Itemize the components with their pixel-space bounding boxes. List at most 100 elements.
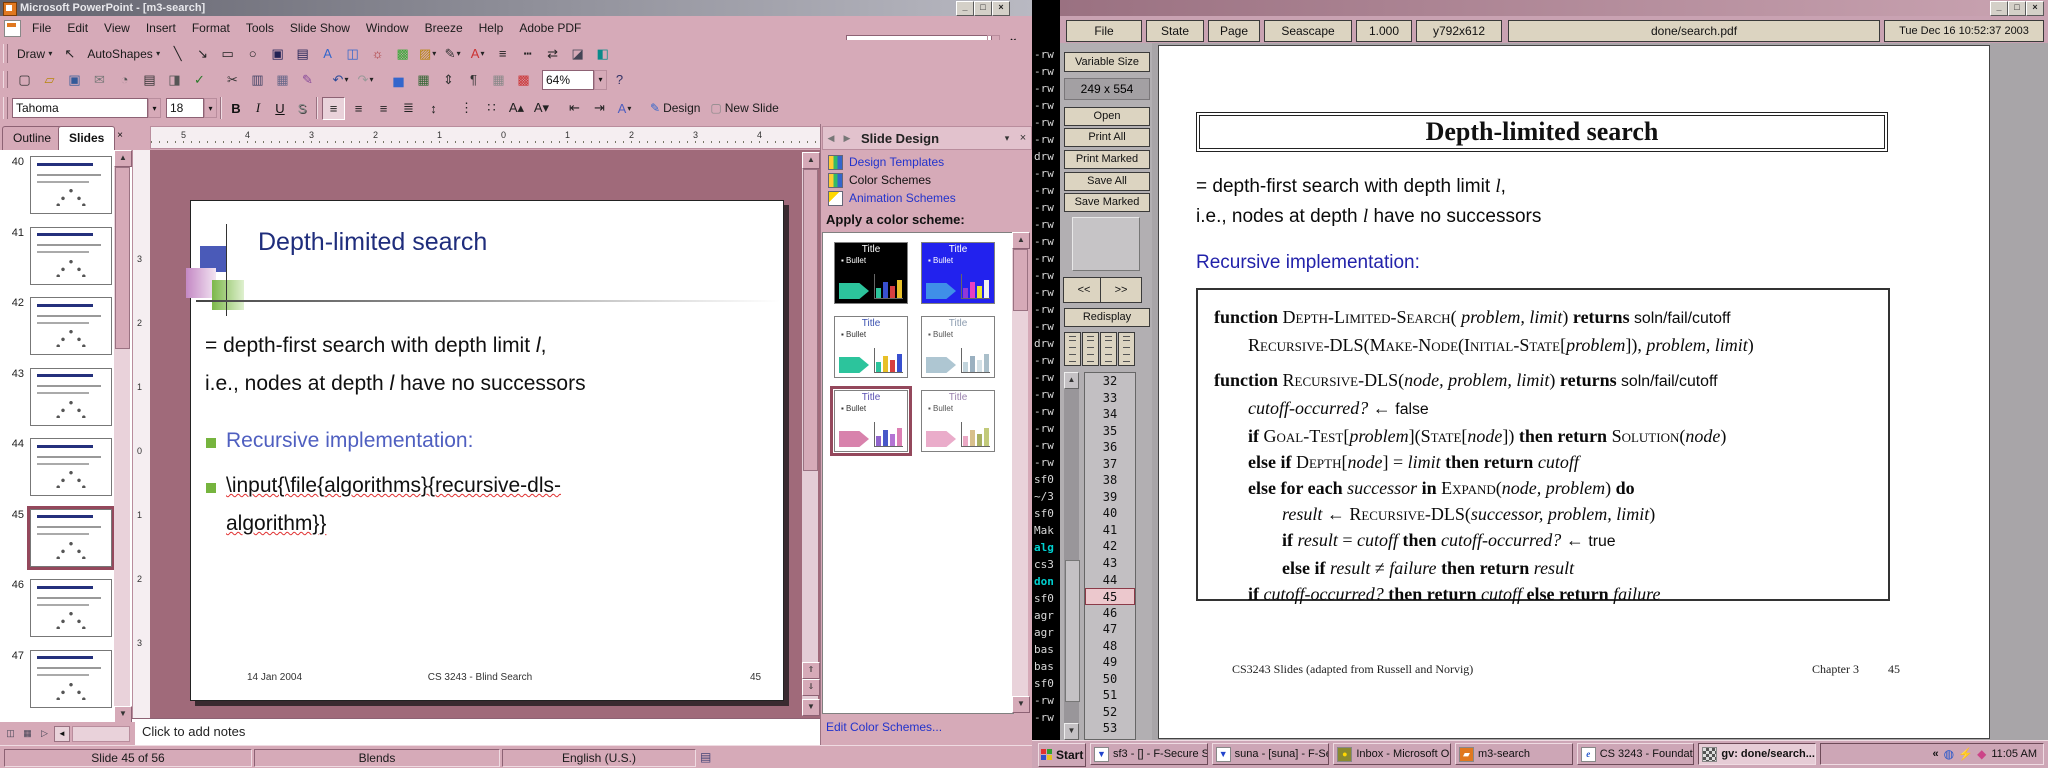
underline-button[interactable]: U [269,97,291,119]
scroll-up-icon[interactable]: ▲ [1012,232,1030,249]
chart-icon[interactable]: ▅ [387,68,410,91]
print-marked-button[interactable]: Print Marked [1064,150,1150,169]
restore-button[interactable]: □ [2008,1,2026,16]
edit-color-schemes-link[interactable]: Edit Color Schemes... [826,720,942,734]
dash-style-icon[interactable]: ┅ [516,42,539,65]
tab-outline[interactable]: Outline [2,126,62,150]
gv-state-button[interactable]: State [1146,20,1204,42]
previous-page-button[interactable]: << [1063,277,1105,303]
italic-button[interactable]: I [247,97,269,119]
page-number-45[interactable]: 45 [1085,588,1135,605]
redisplay-button[interactable]: Redisplay [1064,308,1150,327]
page-number-48[interactable]: 48 [1085,638,1135,655]
slide-thumbnail-47[interactable] [30,650,112,708]
slide-thumbnail-43[interactable] [30,368,112,426]
line-icon[interactable]: ╲ [166,42,189,65]
page-number-35[interactable]: 35 [1085,423,1135,440]
scheme-blue[interactable]: Title▪ Bullet [921,242,995,304]
next-page-button[interactable]: >> [1100,277,1142,303]
thumbnail-scrollbar[interactable]: ▲ ▼ [114,150,130,722]
tab-slides[interactable]: Slides [58,126,115,150]
bold-button[interactable]: B [225,97,247,119]
open-button[interactable]: Open [1064,107,1150,126]
spellcheck-book-icon[interactable]: ▤ [700,750,711,764]
search-icon[interactable]: ◔ [113,68,136,91]
page-number-42[interactable]: 42 [1085,538,1135,555]
fill-color-icon[interactable]: ▨▾ [416,42,439,65]
taskbar-item[interactable]: ▼suna - [suna] - F-Sec... [1212,743,1330,765]
color-schemes-link[interactable]: Color Schemes [828,172,931,188]
save-all-button[interactable]: Save All [1064,172,1150,191]
powerpoint-titlebar[interactable]: Microsoft PowerPoint - [m3-search] _ □ × [0,0,1032,16]
font-color-icon[interactable]: A▾ [613,97,636,120]
line-color-icon[interactable]: ✎▾ [441,42,464,65]
page-number-32[interactable]: 32 [1085,373,1135,390]
scroll-down-icon[interactable]: ▼ [1012,696,1030,713]
restore-button[interactable]: □ [974,1,992,16]
gv-titlebar[interactable]: gv: done/search.pdf _ □ × [1060,0,2048,16]
grow-font-icon[interactable]: A▴ [505,97,528,120]
menu-help[interactable]: Help [471,18,512,38]
vertical-text-icon[interactable]: ▤ [291,42,314,65]
new-slide-button[interactable]: ▢ New Slide [705,97,783,119]
task-pane-scrollbar[interactable]: ▲ ▼ [1012,232,1028,712]
scroll-up-icon[interactable]: ▲ [1064,372,1079,389]
page-number-list[interactable]: 3233343536373839404142434445464748495051… [1084,372,1136,740]
gv-pagesize-button[interactable]: y792x612 [1416,20,1502,42]
color-swatch-icon[interactable]: ▩ [512,68,535,91]
oval-icon[interactable]: ○ [241,42,264,65]
taskbar-item[interactable]: ▰m3-search [1455,743,1573,765]
page-number-46[interactable]: 46 [1085,605,1135,622]
spelling-icon[interactable]: ✓ [188,68,211,91]
arrow-icon[interactable]: ↘ [191,42,214,65]
close-pane-icon[interactable]: × [112,128,128,143]
save-marked-button[interactable]: Save Marked [1064,193,1150,212]
taskbar-item[interactable]: ●Inbox - Microsoft Out... [1333,743,1451,765]
toolbar-grip[interactable] [3,44,8,63]
scroll-down-icon[interactable]: ▼ [802,699,820,716]
wordart-icon[interactable]: A [316,42,339,65]
page-number-52[interactable]: 52 [1085,704,1135,721]
page-number-34[interactable]: 34 [1085,406,1135,423]
page-number-47[interactable]: 47 [1085,621,1135,638]
zoom-dropdown-icon[interactable]: ▾ [594,70,607,90]
menu-format[interactable]: Format [184,18,238,38]
mail-icon[interactable]: ✉ [88,68,111,91]
slide-thumbnail-45[interactable] [30,509,112,567]
bullets-icon[interactable]: ∷ [480,97,503,120]
text-direction-icon[interactable]: ↕ [422,97,445,120]
menu-edit[interactable]: Edit [59,18,96,38]
page-number-51[interactable]: 51 [1085,687,1135,704]
slide-bullet2-line1[interactable]: \input{\file{algorithms}{recursive-dls- [226,474,561,498]
page-number-50[interactable]: 50 [1085,671,1135,688]
redo-icon[interactable]: ↷▾ [354,68,377,91]
line-spacing-icon[interactable]: ≣ [397,97,420,120]
print-icon[interactable]: ▤ [138,68,161,91]
page-number-41[interactable]: 41 [1085,522,1135,539]
task-pane-dropdown-icon[interactable]: ▾ [999,130,1015,146]
arrow-style-icon[interactable]: ⇄ [541,42,564,65]
align-center-icon[interactable]: ≡ [347,97,370,120]
previous-slide-icon[interactable]: ⇑ [802,662,820,679]
gv-orientation-button[interactable]: Seascape [1264,20,1352,42]
task-pane-close-icon[interactable]: × [1015,130,1031,146]
grid-icon[interactable]: ▦ [487,68,510,91]
font-name-select[interactable]: Tahoma [12,98,148,118]
page-number-37[interactable]: 37 [1085,456,1135,473]
slide-title[interactable]: Depth-limited search [258,228,487,257]
normal-view-icon[interactable]: ◫ [3,726,18,741]
gv-scale-button[interactable]: 1.000 [1356,20,1412,42]
increase-indent-icon[interactable]: ⇥ [588,97,611,120]
mark-even-button[interactable] [1082,332,1099,366]
lightning-icon[interactable]: ⚡ [1958,747,1973,761]
diagram-icon[interactable]: ◫ [341,42,364,65]
safe-sign-icon[interactable]: ◍ [1944,747,1954,761]
page-number-36[interactable]: 36 [1085,439,1135,456]
scrollbar-thumb[interactable] [1065,560,1080,702]
menu-adobe-pdf[interactable]: Adobe PDF [511,18,589,38]
page-number-38[interactable]: 38 [1085,472,1135,489]
forward-icon[interactable]: ▶ [839,130,855,146]
menu-breeze[interactable]: Breeze [417,18,471,38]
clip-art-icon[interactable]: ☼ [366,42,389,65]
page-number-40[interactable]: 40 [1085,505,1135,522]
